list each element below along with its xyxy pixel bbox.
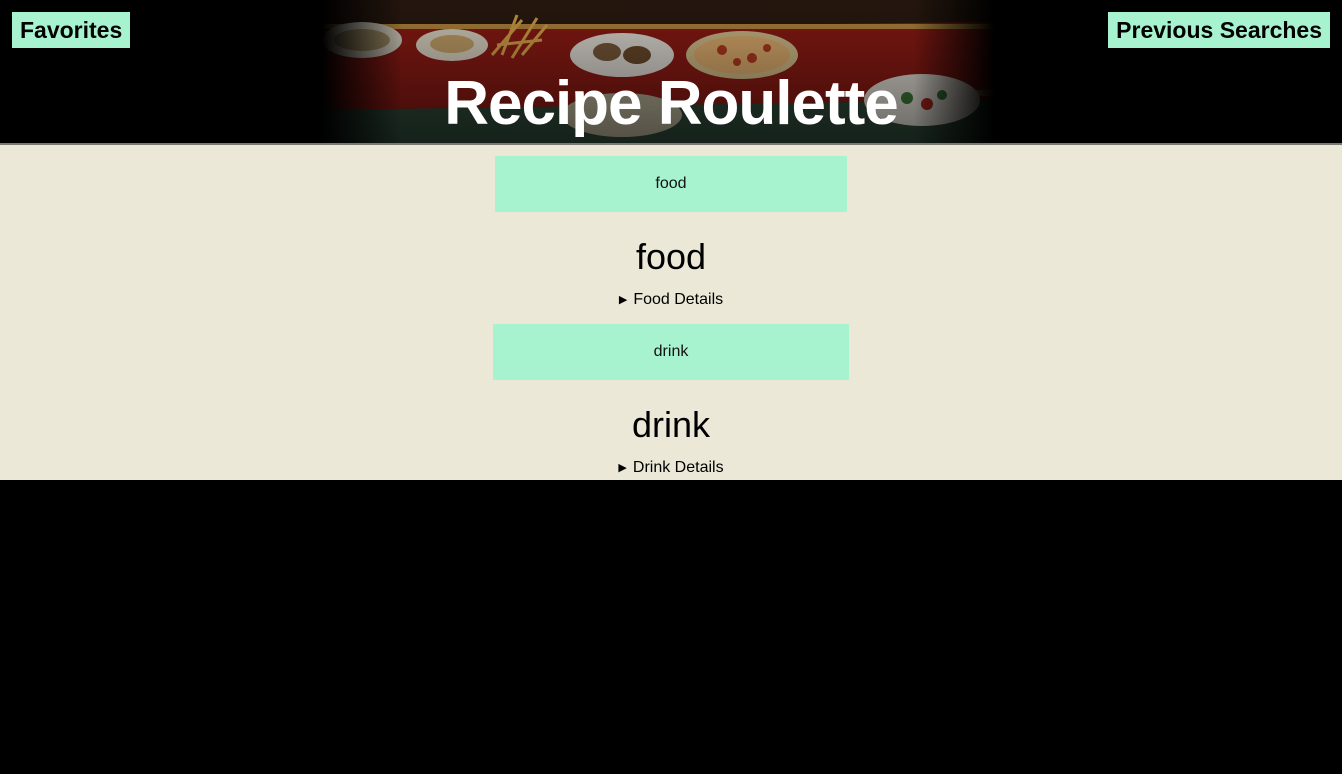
drink-details-toggle[interactable]: ▶ Drink Details <box>0 458 1342 478</box>
triangle-right-icon: ▶ <box>618 462 627 474</box>
favorites-button[interactable]: Favorites <box>12 12 131 48</box>
food-button[interactable]: food <box>495 156 847 212</box>
site-header: Favorites Previous Searches Recipe Roule… <box>0 0 1342 143</box>
food-details-label: Food Details <box>633 291 724 308</box>
triangle-right-icon: ▶ <box>618 294 628 306</box>
drink-details-label: Drink Details <box>632 459 724 476</box>
previous-searches-button[interactable]: Previous Searches <box>1108 12 1330 48</box>
main-content: food food ▶ Food Details drink drink ▶ Dri… <box>0 145 1342 480</box>
food-heading: food <box>635 236 707 277</box>
food-details-toggle[interactable]: ▶ Food Details <box>0 290 1342 310</box>
page-title: Recipe Roulette <box>444 69 899 138</box>
drink-button[interactable]: drink <box>493 324 849 380</box>
drink-heading: drink <box>631 404 711 445</box>
